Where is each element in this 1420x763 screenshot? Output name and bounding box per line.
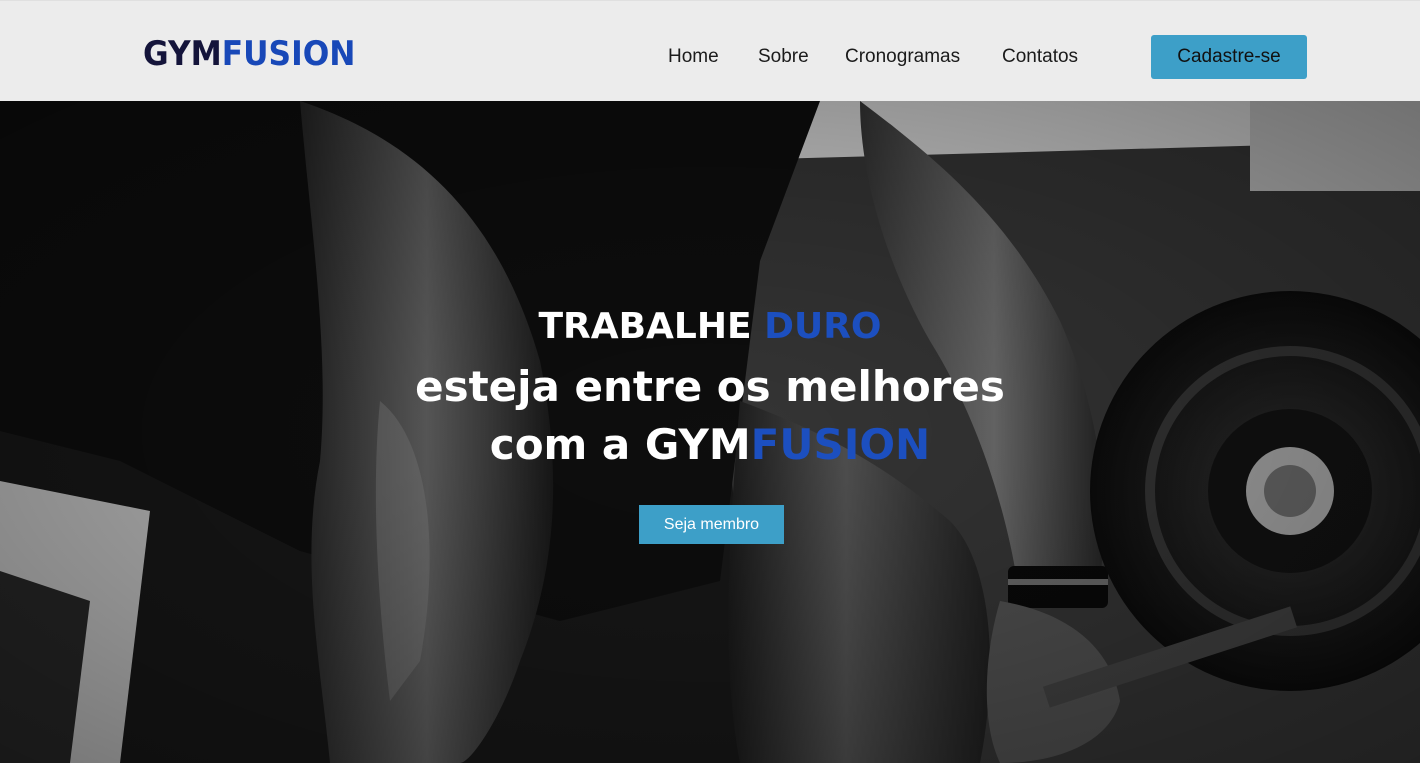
nav-home[interactable]: Home — [668, 45, 719, 69]
hero-title-line3: com a GYMFUSION — [0, 421, 1420, 469]
hero-title-line1: TRABALHE DURO — [0, 307, 1420, 347]
hero-title-com-a-gym: com a GYM — [489, 420, 751, 469]
nav-cronogramas[interactable]: Cronogramas — [845, 45, 960, 69]
nav-sobre[interactable]: Sobre — [758, 45, 809, 69]
hero-title-fusion: FUSION — [750, 420, 931, 469]
hero-section: TRABALHE DURO esteja entre os melhores c… — [0, 101, 1420, 763]
seja-membro-button[interactable]: Seja membro — [639, 505, 784, 544]
hero-title-duro: DURO — [764, 306, 882, 347]
site-header: GYMFUSION Home Sobre Cronogramas Contato… — [0, 0, 1420, 101]
signup-button[interactable]: Cadastre-se — [1151, 35, 1307, 79]
hero-title-trabalhe: TRABALHE — [538, 306, 765, 347]
nav-contatos[interactable]: Contatos — [1002, 45, 1078, 69]
hero-title-line2: esteja entre os melhores — [415, 362, 1005, 411]
